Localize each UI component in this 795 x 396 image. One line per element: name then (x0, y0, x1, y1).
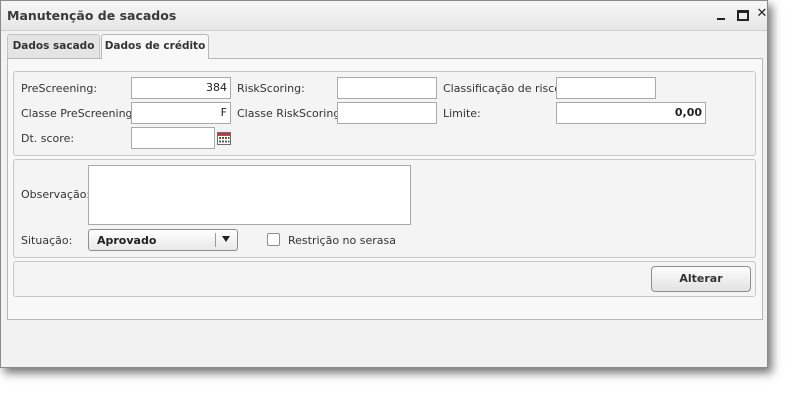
classe-riskscoring-label: Classe RiskScoring: (237, 107, 345, 120)
riskscoring-label: RiskScoring: (237, 82, 305, 95)
close-icon[interactable]: ✕ (756, 7, 768, 20)
alterar-button[interactable]: Alterar (651, 266, 751, 292)
select-separator (215, 233, 216, 247)
situacao-select[interactable]: Aprovado (88, 229, 238, 251)
restricao-serasa-label: Restrição no serasa (288, 234, 396, 247)
situacao-selected-value: Aprovado (97, 234, 157, 247)
observacao-label: Observação: (21, 188, 91, 201)
situacao-label: Situação: (21, 234, 73, 247)
tab-dados-sacado[interactable]: Dados sacado (7, 34, 100, 58)
actions-group (13, 261, 756, 297)
limite-label: Limite: (443, 107, 481, 120)
prescreening-label: PreScreening: (21, 82, 98, 95)
classificacao-risco-field[interactable] (556, 77, 656, 99)
title-bar[interactable]: Manutenção de sacados ✕ (1, 1, 767, 31)
classificacao-risco-label: Classificação de risco: (443, 82, 565, 95)
window-title: Manutenção de sacados (7, 8, 177, 23)
maximize-icon[interactable] (736, 9, 749, 21)
dt-score-field[interactable] (131, 127, 215, 149)
calendar-icon[interactable] (217, 132, 231, 145)
prescreening-field[interactable]: 384 (131, 77, 231, 99)
limite-field[interactable]: 0,00 (556, 102, 706, 124)
riskscoring-field[interactable] (337, 77, 437, 99)
tab-dados-de-credito[interactable]: Dados de crédito (101, 34, 209, 59)
observacao-textarea[interactable] (88, 165, 411, 225)
dt-score-label: Dt. score: (21, 132, 75, 145)
chevron-down-icon[interactable] (222, 236, 230, 242)
classe-prescreening-label: Classe PreScreening: (21, 107, 137, 120)
classe-prescreening-field[interactable]: F (131, 102, 231, 124)
minimize-icon[interactable] (715, 9, 727, 21)
restricao-serasa-checkbox[interactable] (267, 233, 280, 246)
classe-riskscoring-field[interactable] (337, 102, 437, 124)
